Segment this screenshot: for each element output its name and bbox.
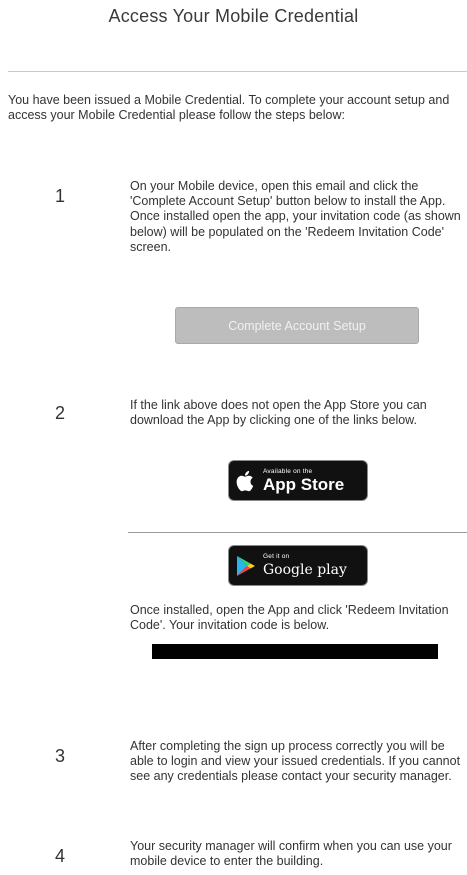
apple-icon — [229, 460, 263, 501]
step-text-1: On your Mobile device, open this email a… — [130, 179, 461, 254]
google-play-small-label: Get it on — [263, 552, 290, 560]
intro-text: You have been issued a Mobile Credential… — [8, 93, 450, 122]
page-title: Access Your Mobile Credential — [108, 6, 359, 26]
google-play-badge[interactable]: Get it on Google play — [228, 545, 368, 586]
google-play-large-label: Google play — [263, 561, 347, 578]
step-text-4: Your security manager will confirm when … — [130, 839, 452, 869]
invitation-code-redacted — [152, 644, 438, 659]
badge-divider — [128, 532, 467, 533]
step-number-4: 4 — [54, 846, 65, 866]
invitation-instructions: Once installed, open the App and click '… — [130, 603, 449, 633]
step-text-2: If the link above does not open the App … — [130, 398, 427, 428]
app-store-badge[interactable]: Available on the App Store — [228, 460, 368, 501]
step-number-2: 2 — [54, 403, 65, 423]
step-number-1: 1 — [54, 186, 65, 206]
complete-account-setup-button[interactable]: Complete Account Setup — [175, 307, 419, 344]
header-divider — [8, 71, 467, 72]
google-play-icon — [229, 545, 263, 586]
step-text-3: After completing the sign up process cor… — [130, 739, 461, 784]
step-number-3: 3 — [54, 746, 65, 766]
app-store-large-label: App Store — [263, 474, 345, 494]
